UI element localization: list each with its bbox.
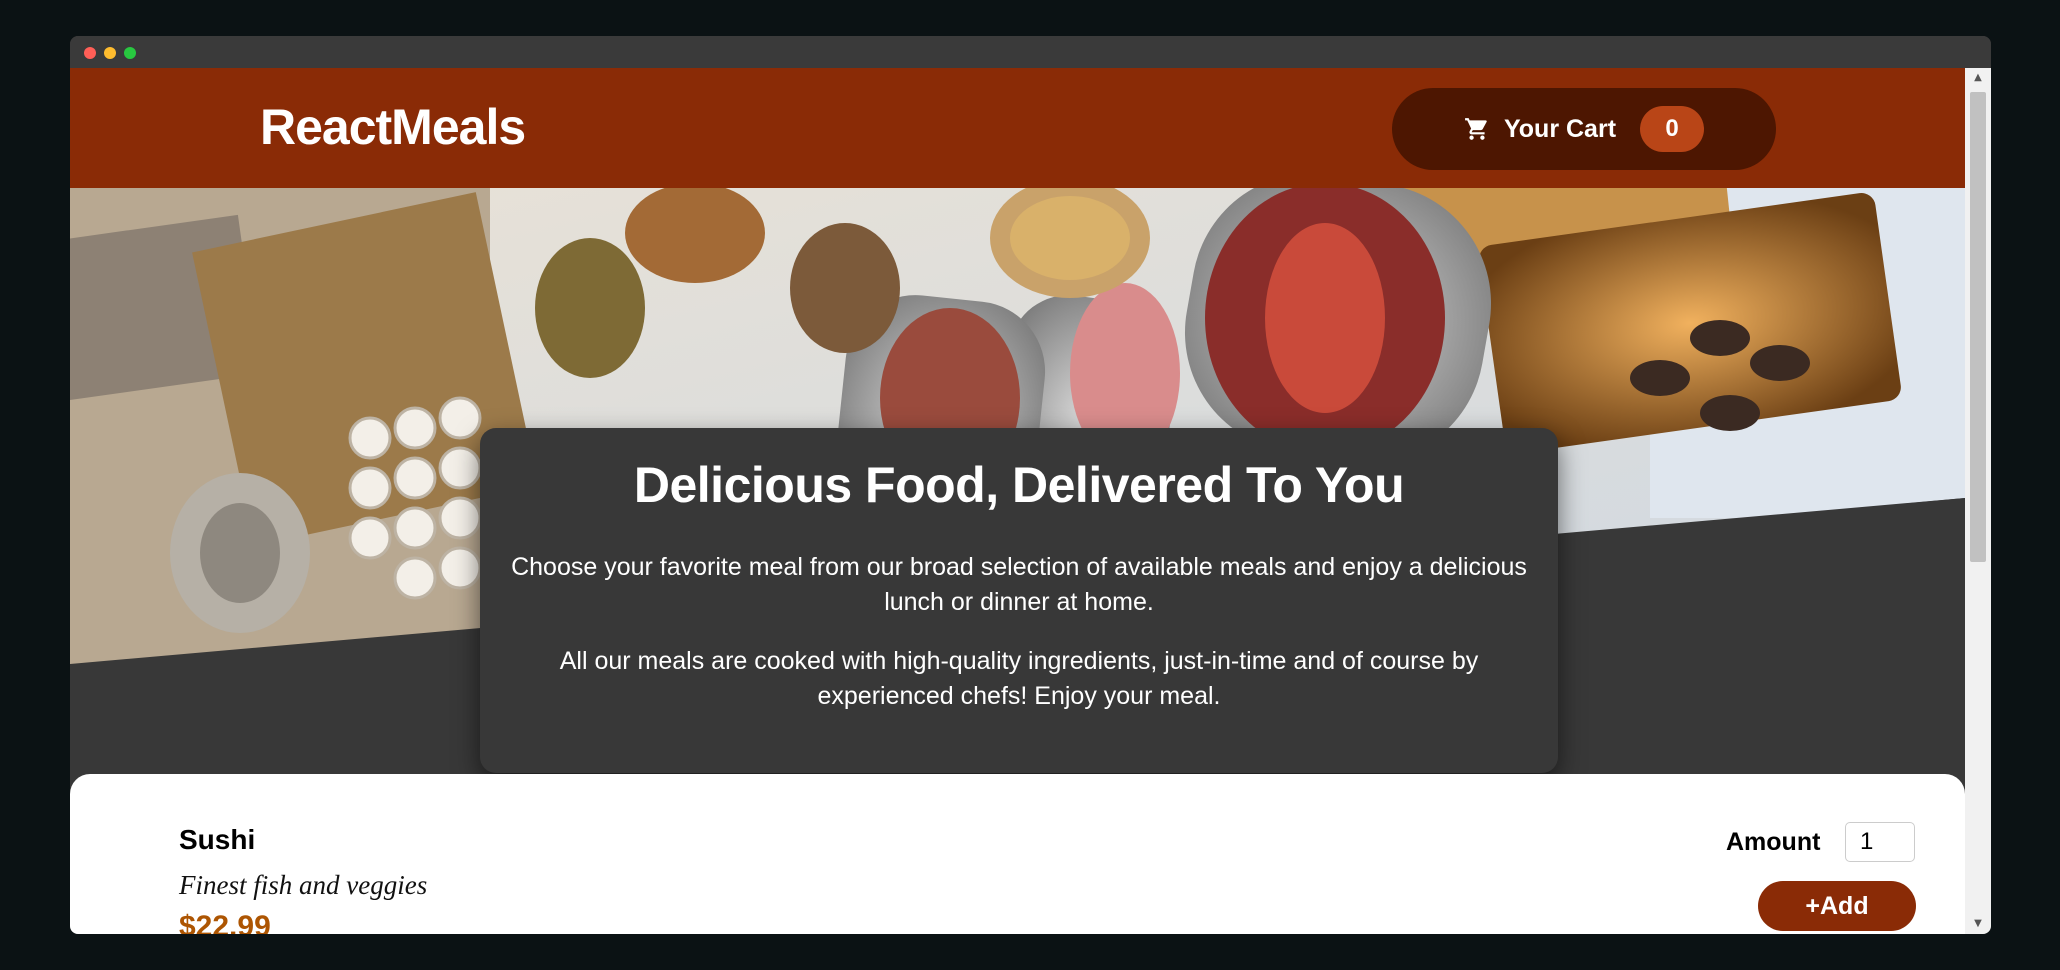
close-window-icon[interactable] bbox=[84, 47, 96, 59]
cart-icon bbox=[1464, 116, 1490, 142]
meal-name: Sushi bbox=[179, 824, 256, 855]
summary-paragraph-1: Choose your favorite meal from our broad… bbox=[511, 553, 1527, 616]
summary-paragraph-2: All our meals are cooked with high-quali… bbox=[559, 647, 1479, 710]
cart-count-badge: 0 bbox=[1640, 106, 1705, 152]
scroll-up-arrow-icon[interactable]: ▲ bbox=[1965, 68, 1991, 88]
amount-label: Amount bbox=[1726, 828, 1821, 856]
site-header: ReactMeals Your Cart 0 bbox=[70, 68, 1965, 188]
scrollbar-thumb[interactable] bbox=[1970, 92, 1986, 562]
vertical-scrollbar[interactable]: ▲ ▼ bbox=[1965, 68, 1991, 934]
cart-button[interactable]: Your Cart 0 bbox=[1392, 88, 1776, 170]
meals-list: Sushi Finest fish and veggies $22.99 Amo… bbox=[70, 774, 1965, 934]
scroll-down-arrow-icon[interactable]: ▼ bbox=[1965, 914, 1991, 934]
maximize-window-icon[interactable] bbox=[124, 47, 136, 59]
app-logo: ReactMeals bbox=[260, 99, 526, 155]
page-viewport: ReactMeals Your Cart 0 Delicious Food, D… bbox=[70, 68, 1965, 934]
window-titlebar bbox=[70, 36, 1991, 68]
amount-input[interactable] bbox=[1845, 822, 1915, 862]
minimize-window-icon[interactable] bbox=[104, 47, 116, 59]
meal-description: Finest fish and veggies bbox=[179, 870, 428, 900]
meal-price: $22.99 bbox=[179, 910, 271, 934]
summary-title: Delicious Food, Delivered To You bbox=[633, 457, 1405, 513]
add-to-cart-button[interactable]: +Add bbox=[1758, 881, 1916, 931]
cart-label: Your Cart bbox=[1503, 114, 1617, 143]
browser-window: ReactMeals Your Cart 0 Delicious Food, D… bbox=[70, 36, 1991, 934]
meals-summary-card: Delicious Food, Delivered To You Choose … bbox=[480, 428, 1558, 773]
